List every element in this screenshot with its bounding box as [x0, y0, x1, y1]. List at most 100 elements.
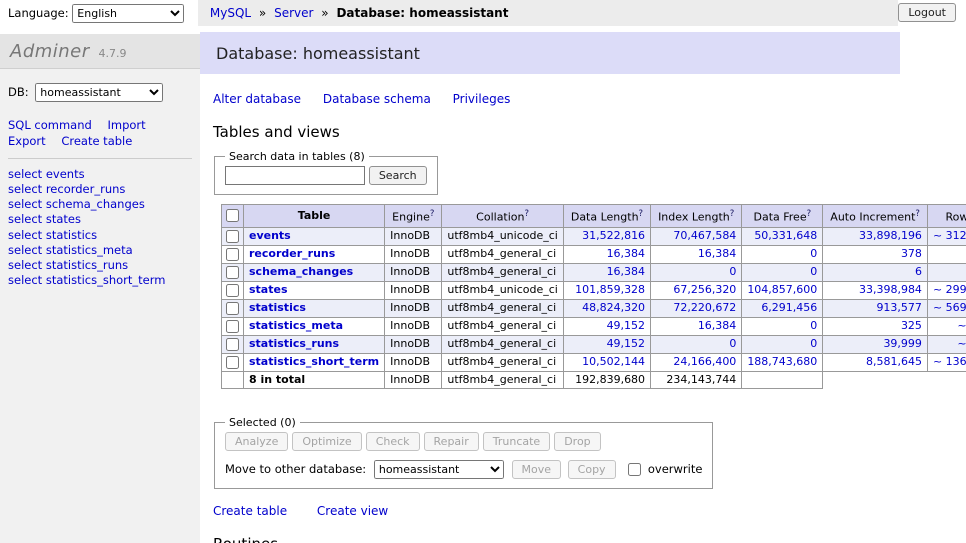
rows-link[interactable]: ~ 244	[957, 319, 966, 332]
sidebar-table-link[interactable]: select states	[8, 213, 192, 226]
row-checkbox[interactable]	[226, 248, 239, 261]
alter-database-link[interactable]: Alter database	[213, 92, 301, 106]
auto-increment-link[interactable]: 8,581,645	[866, 355, 922, 368]
db-select[interactable]: homeassistant	[35, 83, 163, 102]
index-length-link[interactable]: 24,166,400	[673, 355, 736, 368]
data-free-link[interactable]: 0	[810, 337, 817, 350]
rows-link[interactable]: ~ 136,108	[933, 355, 966, 368]
database-schema-link[interactable]: Database schema	[323, 92, 431, 106]
data-free-link[interactable]: 188,743,680	[747, 355, 817, 368]
select-all-checkbox[interactable]	[226, 209, 239, 222]
sidebar-table-link[interactable]: select statistics_short_term	[8, 274, 192, 287]
table-name-link[interactable]: events	[249, 229, 291, 242]
column-hint-link[interactable]: ?	[807, 209, 812, 219]
auto-increment-link[interactable]: 6	[915, 265, 922, 278]
data-length-link[interactable]: 49,152	[607, 337, 646, 350]
repair-button[interactable]: Repair	[424, 432, 479, 451]
rows-link[interactable]: ~ 299,833	[933, 283, 966, 296]
overwrite-checkbox[interactable]	[628, 463, 641, 476]
auto-increment-link[interactable]: 378	[901, 247, 922, 260]
data-length-link[interactable]: 49,152	[607, 319, 646, 332]
row-checkbox[interactable]	[226, 320, 239, 333]
sidebar-table-link[interactable]: select statistics	[8, 229, 192, 242]
sidebar-table-link[interactable]: select statistics_meta	[8, 244, 192, 257]
table-name-link[interactable]: recorder_runs	[249, 247, 335, 260]
table-name-link[interactable]: schema_changes	[249, 265, 353, 278]
row-checkbox[interactable]	[226, 284, 239, 297]
column-hint-link[interactable]: ?	[639, 209, 644, 219]
table-name-link[interactable]: statistics_short_term	[249, 355, 379, 368]
rows-link[interactable]: ~ 312,180	[933, 229, 966, 242]
data-length-link[interactable]: 48,824,320	[582, 301, 645, 314]
data-length-link[interactable]: 31,522,816	[582, 229, 645, 242]
sidebar-table-link[interactable]: select statistics_runs	[8, 259, 192, 272]
data-free-link[interactable]: 0	[810, 247, 817, 260]
rows-link[interactable]: ~ 569,159	[933, 301, 966, 314]
auto-increment-link[interactable]: 325	[901, 319, 922, 332]
copy-button[interactable]: Copy	[568, 460, 616, 479]
sidebar-link-sql-command[interactable]: SQL command	[8, 118, 92, 132]
sidebar-link-export[interactable]: Export	[8, 134, 46, 148]
language-select[interactable]: English	[72, 4, 184, 23]
sidebar-table-link[interactable]: select recorder_runs	[8, 183, 192, 196]
index-length-link[interactable]: 72,220,672	[673, 301, 736, 314]
total-checkbox-cell	[222, 371, 244, 388]
data-free-link[interactable]: 6,291,456	[761, 301, 817, 314]
row-checkbox[interactable]	[226, 338, 239, 351]
index-length-link[interactable]: 67,256,320	[673, 283, 736, 296]
column-hint-link[interactable]: ?	[525, 209, 530, 219]
breadcrumb-link-mysql[interactable]: MySQL	[210, 6, 251, 20]
drop-button[interactable]: Drop	[554, 432, 600, 451]
table-name-link[interactable]: statistics_meta	[249, 319, 343, 332]
index-length-link[interactable]: 0	[729, 265, 736, 278]
sidebar-table-link[interactable]: select schema_changes	[8, 198, 192, 211]
analyze-button[interactable]: Analyze	[225, 432, 288, 451]
data-length-link[interactable]: 16,384	[607, 247, 646, 260]
row-checkbox[interactable]	[226, 266, 239, 279]
col-header-index-length: Index Length?	[651, 205, 742, 228]
move-button[interactable]: Move	[512, 460, 562, 479]
truncate-button[interactable]: Truncate	[483, 432, 550, 451]
rows-link-cell: ~ 299,833	[927, 281, 966, 299]
create-table-link[interactable]: Create table	[213, 504, 287, 518]
index-length-link[interactable]: 0	[729, 337, 736, 350]
engine-cell: InnoDB	[385, 335, 442, 353]
data-free-link[interactable]: 0	[810, 265, 817, 278]
index-length-link[interactable]: 16,384	[698, 319, 737, 332]
data-length-link[interactable]: 16,384	[607, 265, 646, 278]
create-view-link[interactable]: Create view	[317, 504, 388, 518]
auto-increment-link[interactable]: 39,999	[883, 337, 922, 350]
data-free-link[interactable]: 0	[810, 319, 817, 332]
table-name-link[interactable]: statistics	[249, 301, 306, 314]
row-checkbox[interactable]	[226, 356, 239, 369]
row-checkbox[interactable]	[226, 230, 239, 243]
column-hint-link[interactable]: ?	[915, 209, 920, 219]
index-length-link[interactable]: 16,384	[698, 247, 737, 260]
table-name-link[interactable]: statistics_runs	[249, 337, 339, 350]
row-checkbox[interactable]	[226, 302, 239, 315]
search-button[interactable]: Search	[369, 166, 427, 185]
auto-increment-link[interactable]: 33,898,196	[859, 229, 922, 242]
search-input[interactable]	[225, 166, 365, 185]
sidebar-link-create-table[interactable]: Create table	[61, 134, 132, 148]
data-free-link[interactable]: 50,331,648	[754, 229, 817, 242]
rows-link[interactable]: ~ 628	[957, 337, 966, 350]
auto-increment-link[interactable]: 33,398,984	[859, 283, 922, 296]
sidebar-link-import[interactable]: Import	[107, 118, 145, 132]
collation-cell: utf8mb4_general_ci	[442, 263, 563, 281]
optimize-button[interactable]: Optimize	[292, 432, 361, 451]
privileges-link[interactable]: Privileges	[453, 92, 511, 106]
data-free-link[interactable]: 104,857,600	[747, 283, 817, 296]
move-db-select[interactable]: homeassistant	[374, 460, 504, 479]
auto-increment-link[interactable]: 913,577	[876, 301, 922, 314]
check-button[interactable]: Check	[366, 432, 420, 451]
table-name-link[interactable]: states	[249, 283, 288, 296]
data-length-link[interactable]: 10,502,144	[582, 355, 645, 368]
data-length-link[interactable]: 101,859,328	[575, 283, 645, 296]
column-hint-link[interactable]: ?	[730, 209, 735, 219]
sidebar-table-link[interactable]: select events	[8, 168, 192, 181]
index-length-link[interactable]: 70,467,584	[673, 229, 736, 242]
logout-button[interactable]: Logout	[898, 3, 956, 22]
breadcrumb-link-server[interactable]: Server	[274, 6, 313, 20]
column-hint-link[interactable]: ?	[430, 209, 435, 219]
